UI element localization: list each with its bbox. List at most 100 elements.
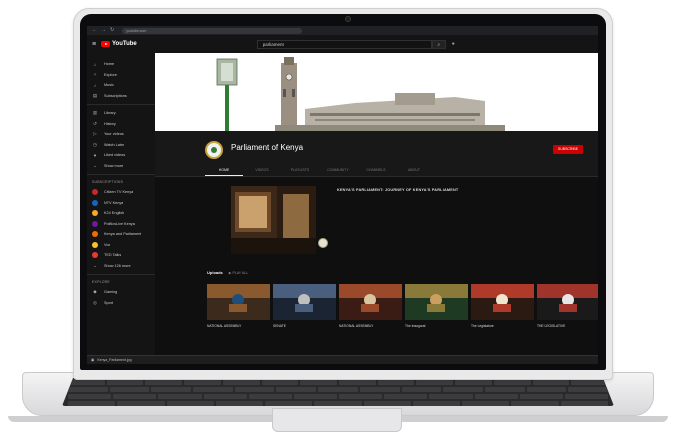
library-icon: ▥ [92,110,98,116]
tab-home[interactable]: HOME [205,165,243,176]
sidebar-item-home[interactable]: ⌂ Home [87,59,155,70]
subscription-item[interactable]: Citizen TV Kenya [87,187,155,198]
video-thumbnail[interactable] [339,284,402,320]
sidebar-item-show-more[interactable]: ⌄ Show more [87,161,155,172]
music-icon: ♪ [93,82,97,88]
video-card[interactable]: The Inaugural [405,284,468,329]
channel-banner [155,53,598,131]
sidebar-item-label: Explore [104,72,117,77]
sidebar-item-watch-later[interactable]: ◷ Watch Later [87,140,155,151]
tab-community[interactable]: COMMUNITY [319,165,357,176]
channel-name: Parliament of Kenya [231,143,304,152]
featured-thumbnail-image [231,186,316,254]
featured-video-thumbnail[interactable] [231,186,316,254]
video-card[interactable]: NATIONAL ASSEMBLY [207,284,270,329]
youtube-logo[interactable]: YouTube [101,41,137,47]
shelf-title[interactable]: Uploads [207,270,223,275]
sidebar-item-liked-videos[interactable]: ♥ Liked videos [87,150,155,161]
uploads-shelf-header: Uploads ▶ PLAY ALL [207,270,248,275]
subscription-item[interactable]: Vox [87,240,155,251]
show-more-icon: ⌄ [93,162,97,168]
sidebar-item-library[interactable]: ▥ Library [87,108,155,119]
play-logo-icon [101,41,110,47]
watch-later-icon: ◷ [93,141,97,147]
explore-heading: EXPLORE [92,280,110,284]
subscription-item[interactable]: TED Talks [87,250,155,261]
channel-avatar[interactable] [205,141,223,159]
video-title[interactable]: The Inaugural [405,324,468,329]
screen: ← → ↻ youtube.com ≡ YouTube parliament ⌕… [87,26,598,364]
sidebar-item-label: History [104,121,116,126]
video-thumbnail[interactable] [537,284,598,320]
file-icon: ▣ [91,358,95,362]
video-card[interactable]: SENATE [273,284,336,329]
tab-playlists[interactable]: PLAYLISTS [281,165,319,176]
search-button[interactable]: ⌕ [431,39,446,49]
subscription-label: K24 English [104,211,125,216]
channel-avatar [92,199,98,206]
video-card[interactable]: NATIONAL ASSEMBLY [339,284,402,329]
video-title[interactable]: SENATE [273,324,336,329]
explore-icon: ✧ [93,71,97,77]
forward-icon[interactable]: → [101,26,106,35]
video-title[interactable]: NATIONAL ASSEMBLY [207,324,270,329]
subscription-item[interactable]: Kenya and Parliament [87,229,155,240]
microphone-icon[interactable]: ● [452,41,455,47]
back-icon[interactable]: ← [92,26,97,35]
menu-icon[interactable]: ≡ [87,41,101,48]
sidebar-item-sport[interactable]: ◎ Sport [87,298,155,309]
address-bar[interactable]: youtube.com [122,27,303,34]
sidebar-item-your-videos[interactable]: ▷ Your videos [87,129,155,140]
subscription-label: TED Talks [104,253,122,258]
gaming-icon: ◆ [93,289,97,295]
chevron-down-icon: ⌄ [93,262,97,268]
tab-about[interactable]: ABOUT [395,165,433,176]
show-more-subscriptions[interactable]: ⌄ Show 126 more [87,261,155,272]
sidebar-item-history[interactable]: ↺ History [87,119,155,130]
laptop-photo: ← → ↻ youtube.com ≡ YouTube parliament ⌕… [0,0,675,439]
sidebar-divider [87,104,155,105]
download-filename[interactable]: Kenya_Parliament.jpg [97,358,131,362]
reload-icon[interactable]: ↻ [110,26,114,35]
sidebar-item-music[interactable]: ♪ Music [87,80,155,91]
keyboard [62,378,614,406]
sidebar-item-label: Watch Later [104,142,125,147]
video-row: NATIONAL ASSEMBLY SENATE NATIONAL ASSEMBLY… [207,284,598,329]
sidebar-divider [87,274,155,275]
channel-avatar [92,241,98,248]
video-thumbnail[interactable] [405,284,468,320]
sidebar-item-explore[interactable]: ✧ Explore [87,70,155,81]
video-thumbnail[interactable] [207,284,270,320]
subscription-item[interactable]: PoliticsLive Kenya [87,219,155,230]
video-thumbnail[interactable] [273,284,336,320]
video-title[interactable]: THE LEGISLATIVE [537,324,598,329]
sidebar: ⌂ Home ✧ Explore ♪ Music ▤ Subscriptions ▥ Libra… [87,53,155,364]
webcam-icon [345,16,351,22]
video-card[interactable]: THE LEGISLATIVE [537,284,598,329]
video-title[interactable]: The Legislature [471,324,534,329]
subscription-label: PoliticsLive Kenya [104,221,135,226]
sidebar-item-gaming[interactable]: ◆ Gaming [87,287,155,298]
history-icon: ↺ [93,120,97,126]
featured-video-title[interactable]: KENYA'S PARLIAMENT: JOURNEY OF KENYA'S P… [337,188,458,192]
channel-tabs: HOME VIDEOS PLAYLISTS COMMUNITY CHANNELS ABOU… [155,165,598,177]
video-thumbnail[interactable] [471,284,534,320]
logo-text: YouTube [112,41,137,47]
channel-avatar [92,231,98,238]
play-all-button[interactable]: ▶ PLAY ALL [229,271,248,275]
search-input[interactable]: parliament [256,39,432,49]
sidebar-item-subscriptions[interactable]: ▤ Subscriptions [87,91,155,102]
video-title[interactable]: NATIONAL ASSEMBLY [339,324,402,329]
video-card[interactable]: The Legislature [471,284,534,329]
tab-videos[interactable]: VIDEOS [243,165,281,176]
your-videos-icon: ▷ [93,131,97,137]
tab-channels[interactable]: CHANNELS [357,165,395,176]
subscription-item[interactable]: NTV Kenya [87,198,155,209]
subscribe-button[interactable]: SUBSCRIBE [553,145,583,154]
subscription-label: Kenya and Parliament [104,232,142,237]
subscriptions-heading: SUBSCRIPTIONS [92,180,124,184]
browser-toolbar: ← → ↻ youtube.com [87,26,598,35]
sidebar-item-label: Home [104,62,115,67]
subscription-item[interactable]: K24 English [87,208,155,219]
channel-avatar [92,210,98,217]
